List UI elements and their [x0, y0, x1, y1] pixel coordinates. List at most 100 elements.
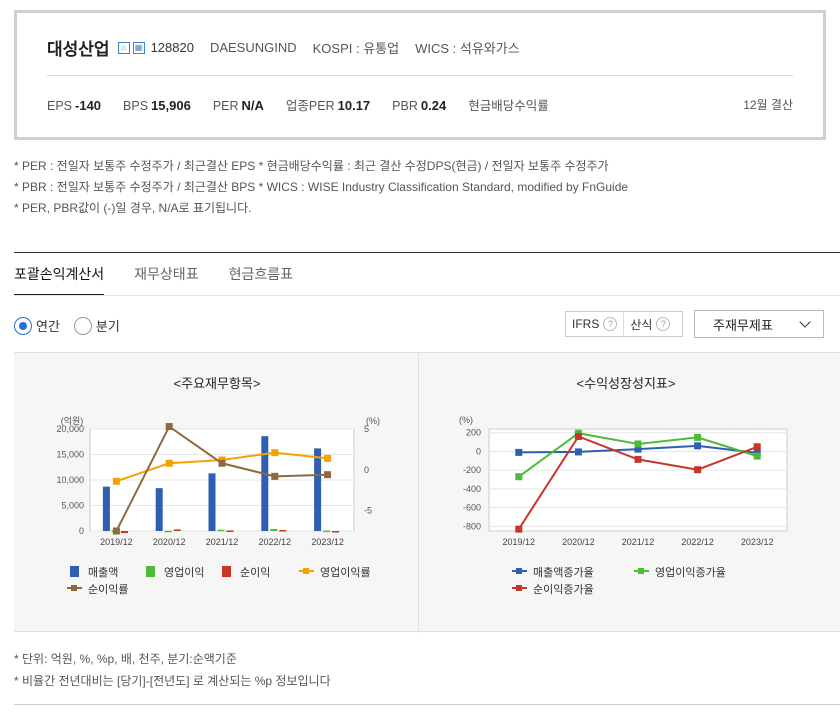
industry-per-value: 10.17 [337, 98, 371, 113]
eps-value: -140 [75, 98, 102, 113]
radio-unchecked-icon[interactable] [73, 316, 92, 335]
y-tick: -800 [463, 521, 481, 531]
radio-annual[interactable]: 연간 [14, 316, 60, 335]
ifrs-option[interactable]: IFRS ? [566, 312, 623, 336]
y-tick: -600 [463, 503, 481, 513]
legend-label: 순이익 [240, 566, 270, 579]
divider [14, 252, 840, 253]
point-순이익률 [165, 423, 173, 431]
legend-swatch [516, 585, 522, 591]
point-순이익률 [218, 459, 226, 467]
help-icon[interactable]: ? [603, 317, 618, 331]
bar-영업이익 [323, 530, 331, 533]
company-info-icon[interactable]: ▦ [132, 41, 145, 54]
tab-income-statement[interactable]: 포괄손익계산서 [14, 264, 105, 296]
legend-label: 매출액 [88, 566, 118, 579]
bar-순이익 [279, 529, 287, 532]
growth-indicators-chart: 200 0 -200 -400 -600 -800 (%) 2019/12 2020/12 202… [459, 415, 788, 596]
legend-swatch [516, 568, 522, 574]
y-tick: 200 [466, 428, 481, 438]
x-tick: 2019/12 [503, 537, 536, 547]
y-tick: -200 [463, 465, 481, 475]
point-순이익증가율 [515, 525, 523, 533]
y-label: (%) [459, 415, 473, 425]
y-right-tick: -5 [364, 506, 372, 516]
note-line: * PER : 전일자 보통주 수정주가 / 최근결산 EPS * 현금배당수익… [14, 159, 609, 173]
point-순이익증가율 [634, 455, 642, 463]
divider [14, 704, 840, 705]
note-line: * PER, PBR값이 (-)일 경우, N/A로 표기됩니다. [14, 201, 252, 215]
statement-type-select[interactable]: 주재무제표 [694, 310, 824, 338]
bar-영업이익 [270, 528, 278, 531]
tab-balance-sheet[interactable]: 재무상태표 [134, 264, 198, 296]
stock-code: 128820 [150, 40, 194, 55]
y-tick: 0 [476, 446, 481, 456]
x-tick: 2020/12 [153, 537, 186, 547]
point-순이익률 [112, 527, 120, 535]
legend-swatch [222, 566, 231, 577]
legend-label: 영업이익증가율 [655, 566, 726, 579]
company-name: 대성산업 [47, 40, 110, 59]
radio-quarter[interactable]: 분기 [73, 316, 120, 335]
point-영업이익증가율 [694, 433, 702, 441]
point-영업이익률 [271, 449, 279, 457]
tab-cash-flow[interactable]: 현금흐름표 [229, 264, 293, 296]
legend-label: 영업이익률 [320, 566, 371, 579]
x-tick: 2023/12 [741, 537, 774, 547]
bar-영업이익 [217, 529, 225, 532]
legend-label: 매출액증가율 [533, 566, 594, 579]
point-매출액증가율 [694, 442, 702, 450]
fiscal-settlement: 12월 결산 [743, 98, 793, 112]
financial-items-chart: 20,00015,00010,0005,000050-5(억원) (%)2019/… [56, 415, 380, 596]
market-sector: KOSPI : 유통업 [312, 41, 400, 56]
y-left-tick: 10,000 [56, 475, 84, 485]
legend-swatch [303, 568, 309, 574]
y-right-label: (%) [366, 416, 380, 426]
y-left-label: (억원) [61, 415, 84, 426]
point-영업이익증가율 [753, 452, 761, 460]
divider [14, 295, 840, 296]
help-icon[interactable]: ? [656, 317, 671, 331]
point-순이익증가율 [753, 443, 761, 451]
point-매출액증가율 [515, 448, 523, 456]
chevron-down-icon [799, 316, 811, 328]
legend-swatch [638, 568, 644, 574]
point-영업이익증가율 [634, 440, 642, 448]
bar-매출액 [102, 486, 110, 531]
radio-checked-icon[interactable] [14, 316, 32, 335]
point-영업이익증가율 [515, 473, 523, 481]
per-label: PER [212, 99, 239, 113]
legend-label: 순이익률 [88, 583, 128, 596]
chart-area: <주요재무항목> <수익성장성지표> 20,000 15,000 10,000 5,0… [14, 352, 840, 633]
y-right-tick: 0 [364, 465, 369, 475]
definition-notes: * PER : 전일자 보통주 수정주가 / 최근결산 EPS * 현금배당수익… [14, 156, 628, 219]
point-순이익률 [324, 471, 332, 479]
footnotes: * 단위: 억원, %, %p, 배, 천주, 분기:순액기준 * 비율간 전년… [14, 648, 331, 692]
select-value: 주재무제표 [713, 317, 773, 333]
formula-option[interactable]: 산식 ? [623, 312, 676, 336]
point-순이익증가율 [574, 432, 582, 440]
bar-매출액 [314, 448, 322, 531]
company-summary-box: 대성산업 ⌂ ▦ 128820 DAESUNGIND KOSPI : 유통업 W… [14, 10, 826, 140]
x-tick: 2022/12 [681, 537, 714, 547]
legend-swatch [70, 566, 79, 577]
legend-swatch [71, 585, 77, 591]
y-left-tick: 15,000 [56, 450, 84, 460]
x-tick: 2023/12 [311, 537, 344, 547]
english-name: DAESUNGIND [209, 40, 297, 55]
legend-label: 영업이익 [164, 566, 204, 579]
per-value: N/A [241, 98, 264, 113]
point-순이익률 [271, 472, 279, 480]
home-icon[interactable]: ⌂ [117, 41, 130, 54]
x-tick: 2021/12 [206, 537, 239, 547]
y-tick: -400 [463, 484, 481, 494]
x-tick: 2019/12 [100, 537, 133, 547]
point-영업이익률 [324, 454, 332, 462]
option-buttons: IFRS ? 산식 ? [565, 311, 683, 337]
dividend-yield-label: 현금배당수익률 [468, 99, 549, 113]
pbr-value: 0.24 [420, 98, 447, 113]
point-매출액증가율 [574, 448, 582, 456]
company-header: 대성산업 ⌂ ▦ 128820 DAESUNGIND KOSPI : 유통업 W… [47, 35, 536, 60]
divider [47, 75, 793, 76]
footnote-line: * 단위: 억원, %, %p, 배, 천주, 분기:순액기준 [14, 652, 237, 666]
